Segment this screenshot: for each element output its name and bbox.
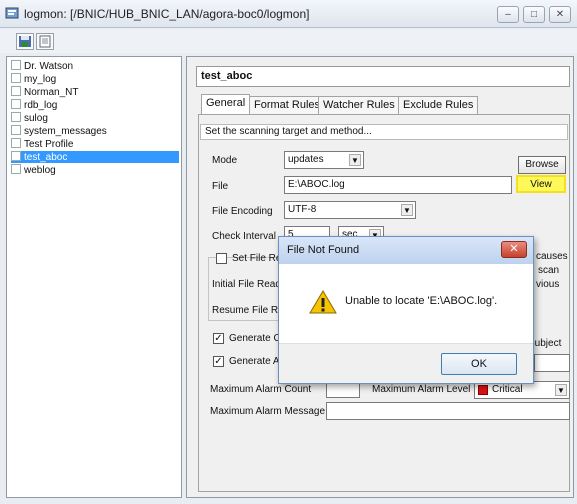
tree-checkbox[interactable]	[11, 60, 21, 70]
save-button[interactable]	[16, 33, 34, 50]
dialog-close-button[interactable]: ✕	[501, 241, 527, 258]
ok-button[interactable]: OK	[441, 353, 517, 375]
tab-general[interactable]: General	[201, 94, 251, 115]
tree-item-label: my_log	[24, 74, 57, 85]
tree-checkbox[interactable]	[11, 151, 21, 161]
dialog-title-bar: File Not Found ✕	[279, 237, 533, 264]
document-icon	[39, 35, 51, 48]
tree-item-label: Dr. Watson	[24, 61, 74, 72]
title-bar: logmon: [/BNIC/HUB_BNIC_LAN/agora-boc0/l…	[0, 0, 577, 28]
view-button[interactable]: View	[516, 175, 566, 193]
chevron-down-icon: ▼	[401, 204, 413, 216]
scan-text: scan	[538, 265, 560, 276]
chevron-down-icon: ▼	[555, 384, 567, 396]
tree-item[interactable]: Norman_NT	[11, 86, 179, 98]
properties-button[interactable]	[36, 33, 54, 50]
max-alarm-count-label: Maximum Alarm Count	[210, 384, 312, 395]
critical-severity-icon	[478, 385, 488, 395]
causes-text: causes	[536, 251, 568, 262]
tree-item[interactable]: rdb_log	[11, 99, 179, 111]
tab-format-rules[interactable]: Format Rules	[249, 96, 326, 115]
file-path-input[interactable]: E:\ABOC.log	[284, 176, 512, 194]
tree-item-label: sulog	[24, 113, 48, 124]
tree-item[interactable]: system_messages	[11, 125, 179, 137]
mode-label: Mode	[212, 155, 238, 166]
tree-item-label: rdb_log	[24, 100, 58, 111]
resume-file-label: Resume File Re	[212, 305, 284, 316]
tree-item[interactable]: Dr. Watson	[11, 60, 179, 72]
tree-checkbox[interactable]	[11, 138, 21, 148]
tree-item-label: weblog	[24, 165, 56, 176]
tree-item[interactable]: Test Profile	[11, 138, 179, 150]
tree-item-selected[interactable]: test_aboc	[11, 151, 179, 163]
profile-tree[interactable]: Dr. Watson my_log Norman_NT rdb_log sulo…	[6, 56, 182, 498]
profile-name-header: test_aboc	[196, 66, 570, 87]
file-encoding-value: UTF-8	[288, 204, 317, 215]
generate-a-checkbox[interactable]: ✓	[213, 356, 224, 367]
check-interval-label: Check Interval	[212, 231, 276, 242]
save-icon	[19, 36, 31, 47]
browse-button[interactable]: Browse	[518, 156, 566, 174]
tree-item[interactable]: sulog	[11, 112, 179, 124]
tree-checkbox[interactable]	[11, 164, 21, 174]
tab-watcher-rules[interactable]: Watcher Rules	[318, 96, 400, 115]
tree-item[interactable]: weblog	[11, 164, 179, 176]
window-title: logmon: [/BNIC/HUB_BNIC_LAN/agora-boc0/l…	[24, 7, 310, 21]
vious-text: vious	[536, 279, 560, 290]
tree-item-label: test_aboc	[24, 152, 68, 163]
tree-checkbox[interactable]	[11, 112, 21, 122]
section-description: Set the scanning target and method...	[200, 124, 568, 140]
tab-exclude-rules[interactable]: Exclude Rules	[398, 96, 479, 115]
chevron-down-icon: ▼	[349, 154, 361, 166]
minimize-button[interactable]: –	[497, 6, 519, 23]
file-encoding-label: File Encoding	[212, 206, 273, 217]
mode-dropdown[interactable]: updates ▼	[284, 151, 364, 169]
tree-item-label: system_messages	[24, 126, 107, 137]
set-file-label: Set File Re	[232, 253, 282, 264]
max-alarm-message-input[interactable]	[326, 402, 570, 420]
tree-checkbox[interactable]	[11, 125, 21, 135]
toolbar	[0, 29, 577, 53]
file-not-found-dialog: File Not Found ✕ Unable to locate 'E:\AB…	[278, 236, 534, 384]
file-encoding-dropdown[interactable]: UTF-8 ▼	[284, 201, 416, 219]
max-alarm-message-label: Maximum Alarm Message	[210, 406, 326, 417]
mode-value: updates	[288, 154, 324, 165]
tree-checkbox[interactable]	[11, 99, 21, 109]
max-alarm-level-label: Maximum Alarm Level	[372, 384, 471, 395]
initial-file-read-label: Initial File Read	[212, 279, 281, 290]
generate-c-label: Generate C	[229, 333, 281, 344]
app-icon	[5, 7, 19, 19]
tree-item-label: Test Profile	[24, 139, 74, 150]
warning-icon	[309, 290, 337, 314]
tree-checkbox[interactable]	[11, 86, 21, 96]
dialog-message: Unable to locate 'E:\ABOC.log'.	[345, 295, 498, 307]
maximize-button[interactable]: □	[523, 6, 545, 23]
generate-c-checkbox[interactable]: ✓	[213, 333, 224, 344]
dialog-footer: OK	[279, 343, 533, 383]
close-window-button[interactable]: ✕	[549, 6, 571, 23]
tree-item[interactable]: my_log	[11, 73, 179, 85]
tree-checkbox[interactable]	[11, 73, 21, 83]
dialog-title: File Not Found	[287, 244, 360, 256]
subject-input[interactable]	[534, 354, 570, 372]
max-alarm-level-value: Critical	[492, 384, 523, 395]
generate-a-label: Generate A	[229, 356, 280, 367]
file-label: File	[212, 181, 229, 192]
tree-item-label: Norman_NT	[24, 87, 79, 98]
set-file-checkbox[interactable]	[216, 253, 227, 264]
